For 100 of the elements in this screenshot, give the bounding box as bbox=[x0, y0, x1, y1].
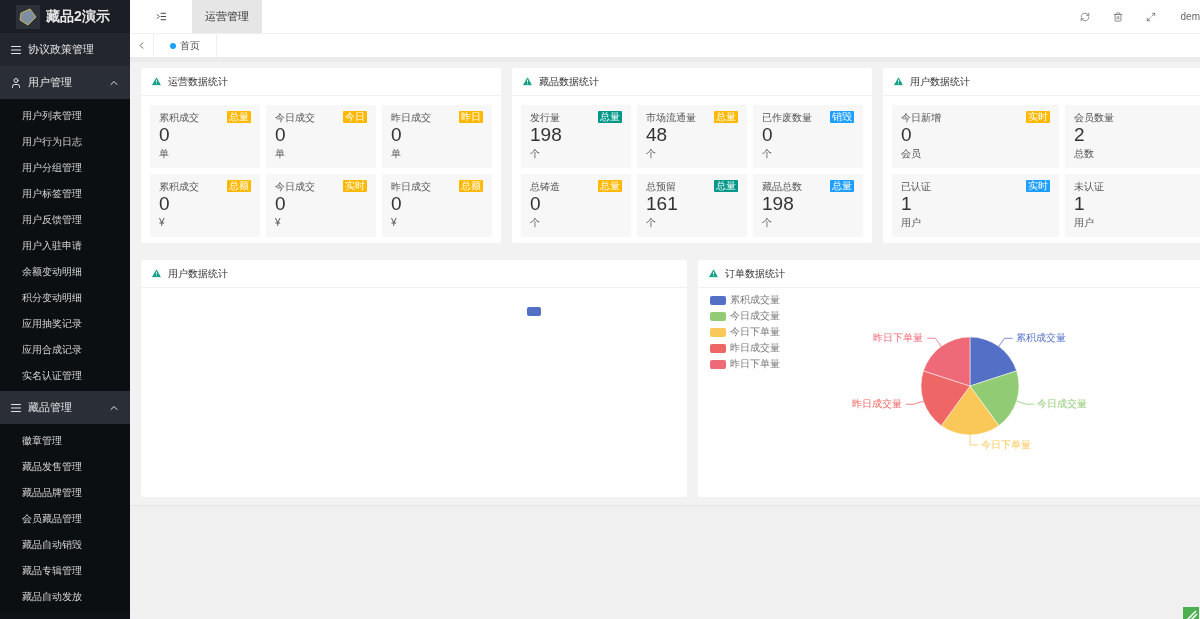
menu-group[interactable]: 协议政策管理 bbox=[0, 33, 130, 66]
menu-group-label: 协议政策管理 bbox=[28, 42, 95, 58]
pie-slice bbox=[969, 336, 1017, 387]
stat-label: 未认证 bbox=[1074, 180, 1104, 193]
refresh-icon[interactable] bbox=[1079, 11, 1090, 22]
slice-label: 今日成交量 bbox=[1037, 397, 1088, 411]
stat-label: 今日成交 bbox=[275, 180, 315, 193]
pie-slice bbox=[923, 336, 971, 387]
stat-unit: 个 bbox=[762, 147, 773, 160]
menu-item[interactable]: 藏品发售管理 bbox=[0, 453, 130, 479]
pie-slice bbox=[940, 385, 1000, 436]
menu-item[interactable]: 用户入驻申请 bbox=[0, 232, 130, 258]
stat-label: 藏品总数 bbox=[762, 180, 802, 193]
menu-item[interactable]: 应用抽奖记录 bbox=[0, 310, 130, 336]
badge: 实时 bbox=[1026, 111, 1050, 123]
menu-item[interactable]: 徽章管理 bbox=[0, 427, 130, 453]
stat-label: 市场流通量 bbox=[646, 111, 696, 124]
stat-unit: ¥ bbox=[391, 216, 398, 229]
stat-value: 0 bbox=[391, 193, 403, 214]
warning-icon bbox=[151, 76, 162, 87]
legend-label: 今日下单量 bbox=[730, 326, 780, 338]
menu-item[interactable]: 用户列表管理 bbox=[0, 102, 130, 128]
menu-item[interactable]: 用户反馈管理 bbox=[0, 206, 130, 232]
menu-item[interactable]: 实名认证管理 bbox=[0, 362, 130, 388]
badge: 总量 bbox=[227, 111, 251, 123]
pie-slice bbox=[969, 370, 1020, 426]
menu-item[interactable]: 用户分组管理 bbox=[0, 154, 130, 180]
legend-label: 昨日成交量 bbox=[730, 342, 780, 354]
stat-unit: ¥ bbox=[159, 216, 166, 229]
stat-value: 0 bbox=[530, 193, 542, 214]
leader-line bbox=[1016, 400, 1035, 405]
card-title: 藏品数据统计 bbox=[539, 75, 599, 89]
stat-value: 0 bbox=[391, 124, 403, 145]
menu-item[interactable]: 藏品专辑管理 bbox=[0, 557, 130, 583]
stat-label: 昨日成交 bbox=[391, 180, 431, 193]
menu-group[interactable]: 藏品管理 bbox=[0, 391, 130, 424]
stat-unit: 总数 bbox=[1074, 147, 1095, 160]
menu-item[interactable]: 积分变动明细 bbox=[0, 284, 130, 310]
badge: 总量 bbox=[830, 180, 854, 192]
badge: 总量 bbox=[714, 180, 738, 192]
menu-item[interactable]: 藏品自动销毁 bbox=[0, 531, 130, 557]
stat-unit: 个 bbox=[646, 147, 657, 160]
stat-label: 已作废数量 bbox=[762, 111, 812, 124]
stat-label: 总铸造 bbox=[530, 180, 560, 193]
stat-unit: 单 bbox=[391, 147, 402, 160]
stat-label: 总预留 bbox=[646, 180, 676, 193]
menu-item[interactable]: 应用合成记录 bbox=[0, 336, 130, 362]
fullscreen-icon[interactable] bbox=[1145, 11, 1156, 22]
stat-unit: 个 bbox=[530, 216, 541, 229]
top-tab[interactable]: 运营管理 bbox=[192, 0, 262, 33]
stat-label: 昨日成交 bbox=[391, 111, 431, 124]
stat-value: 0 bbox=[275, 193, 287, 214]
stat-value: 161 bbox=[646, 193, 679, 214]
pie-slice bbox=[920, 370, 971, 426]
badge: 实时 bbox=[1026, 180, 1050, 192]
badge: 总量 bbox=[714, 111, 738, 123]
menu-group-label: 藏品管理 bbox=[28, 400, 73, 416]
stat-value: 0 bbox=[159, 124, 171, 145]
menu-item[interactable]: 会员藏品管理 bbox=[0, 505, 130, 531]
card-title: 用户数据统计 bbox=[910, 75, 970, 89]
slice-label: 昨日成交量 bbox=[851, 397, 902, 411]
user-icon bbox=[10, 76, 22, 89]
stat-unit: 用户 bbox=[901, 216, 922, 229]
stat-unit: 个 bbox=[762, 216, 773, 229]
warning-icon bbox=[708, 268, 719, 279]
menu-item[interactable]: 藏品自动发放 bbox=[0, 583, 130, 609]
menu-icon bbox=[10, 401, 22, 414]
menu-item[interactable]: 余额变动明细 bbox=[0, 258, 130, 284]
user-name[interactable]: dem bbox=[1180, 9, 1200, 24]
leader-line bbox=[926, 337, 942, 347]
card-title: 用户数据统计 bbox=[168, 267, 228, 281]
menu-item[interactable]: 用户标签管理 bbox=[0, 180, 130, 206]
badge: 昨日 bbox=[459, 111, 483, 123]
menu-item[interactable]: 用户行为日志 bbox=[0, 128, 130, 154]
badge: 今日 bbox=[343, 111, 367, 123]
menu-group[interactable]: 用户管理 bbox=[0, 66, 130, 99]
stat-value: 0 bbox=[275, 124, 287, 145]
stat-value: 0 bbox=[159, 193, 171, 214]
slice-label: 今日下单量 bbox=[981, 438, 1031, 451]
badge: 总额 bbox=[459, 180, 483, 192]
stat-unit: 个 bbox=[530, 147, 541, 160]
stat-value: 1 bbox=[1074, 193, 1086, 214]
stat-value: 2 bbox=[1074, 124, 1086, 145]
slice-label: 昨日下单量 bbox=[873, 331, 924, 345]
stat-label: 今日成交 bbox=[275, 111, 315, 124]
legend-label: 今日成交量 bbox=[730, 310, 780, 322]
badge: 实时 bbox=[343, 180, 367, 192]
stat-label: 发行量 bbox=[530, 111, 560, 124]
leader-line bbox=[905, 400, 924, 405]
slice-label: 累积成交量 bbox=[1015, 331, 1066, 345]
card-title: 订单数据统计 bbox=[725, 267, 785, 281]
stat-unit: 个 bbox=[646, 216, 657, 229]
stat-value: 0 bbox=[762, 124, 774, 145]
stat-label: 累积成交 bbox=[159, 180, 199, 193]
trash-icon[interactable] bbox=[1112, 11, 1123, 22]
logo-icon bbox=[16, 4, 40, 29]
stat-value: 0 bbox=[901, 124, 913, 145]
warning-icon bbox=[522, 76, 533, 87]
menu-item[interactable]: 藏品品牌管理 bbox=[0, 479, 130, 505]
stat-unit: 用户 bbox=[1074, 216, 1095, 229]
